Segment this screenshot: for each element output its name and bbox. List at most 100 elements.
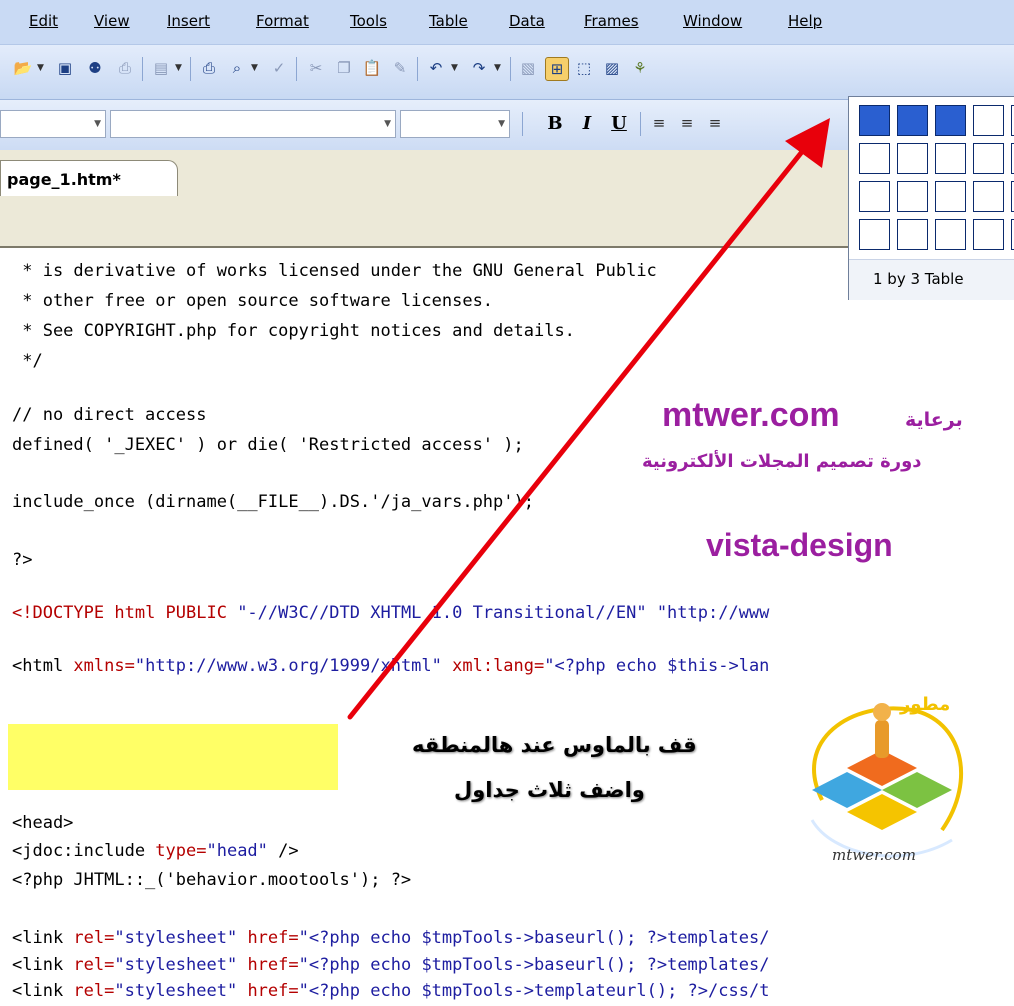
table-grid-cell[interactable] [897,181,928,212]
code-line-html: <html xmlns="http://www.w3.org/1999/xhtm… [12,656,769,676]
toolbar-separator [510,57,511,81]
open-dropdown-icon[interactable]: ▼ [37,63,44,73]
insert-table-icon[interactable]: ⊞ [545,57,569,81]
code-token: html PUBLIC [114,603,238,623]
table-grid-cell[interactable] [935,219,966,250]
table-grid-cell[interactable] [973,105,1004,136]
format-painter-icon[interactable]: ✎ [389,57,411,79]
code-token: href= [247,955,299,975]
toolbar-separator [142,57,143,81]
logo-figure [873,703,891,721]
table-grid-cell[interactable] [859,105,890,136]
align-center-icon[interactable]: ≡ [676,112,698,134]
table-grid-cell[interactable] [859,143,890,174]
undo-dropdown-icon[interactable]: ▼ [451,63,458,73]
paste-icon[interactable]: 📋 [361,57,383,79]
font-combo[interactable]: ▼ [110,110,396,138]
layer-icon[interactable]: ⬚ [573,57,595,79]
table-grid-cell[interactable] [897,219,928,250]
spelling-icon[interactable]: ✓ [268,57,290,79]
table-grid-cell[interactable] [897,105,928,136]
menu-help[interactable]: Help [788,12,822,30]
more-icon[interactable]: ⚘ [629,57,651,79]
size-combo[interactable]: ▼ [400,110,510,138]
mtwer-logo: مطور mtwer.com [810,694,964,864]
align-right-icon[interactable]: ≡ [704,112,726,134]
code-token: "<?php echo $this->lan [544,656,770,676]
code-token: <html [12,656,74,676]
highlight-region [8,724,338,790]
code-token: href= [247,928,299,948]
menu-data[interactable]: Data [509,12,545,30]
copy-icon[interactable]: ❐ [333,57,355,79]
view-icon[interactable]: ▤ [150,57,172,79]
menu-bar: Edit View Insert Format Tools Table Data… [0,0,1014,45]
save-icon[interactable]: ▣ [54,57,76,79]
table-grid-cell[interactable] [897,143,928,174]
code-token: "<?php echo $tmpTools->baseurl(); ?>temp… [298,955,770,975]
menu-window[interactable]: Window [683,12,742,30]
code-line-jdoc: <jdoc:include type="head" /> [12,841,299,861]
code-token: <jdoc:include [12,841,156,861]
code-token: "stylesheet" [114,955,248,975]
watermark-design: vista-design [706,527,893,563]
toolbar-separator [640,112,641,136]
table-size-label: 1 by 3 Table [873,270,964,288]
cut-icon[interactable]: ✂ [305,57,327,79]
menu-tools[interactable]: Tools [350,12,387,30]
code-token: <link [12,928,74,948]
code-token: "head" [206,841,279,861]
menu-view[interactable]: View [94,12,130,30]
open-icon[interactable]: 📂 [12,57,34,79]
watermark-site: mtwer.com [662,396,840,434]
menu-format[interactable]: Format [256,12,309,30]
code-token: <!DOCTYPE [12,603,115,623]
redo-dropdown-icon[interactable]: ▼ [494,63,501,73]
menu-frames[interactable]: Frames [584,12,639,30]
undo-icon[interactable]: ↶ [425,57,447,79]
chevron-down-icon: ▼ [384,119,391,129]
table-grid-cell[interactable] [973,181,1004,212]
table-grid-cell[interactable] [859,181,890,212]
menu-insert[interactable]: Insert [167,12,210,30]
underline-button[interactable]: U [608,112,630,136]
insert-picture-icon[interactable]: ▧ [517,57,539,79]
logo-text: mtwer.com [832,846,916,864]
table-grid-cell[interactable] [935,105,966,136]
menu-table[interactable]: Table [429,12,468,30]
code-token: "-//W3C//DTD XHTML 1.0 Transitional//EN"… [237,603,770,623]
code-token: <link [12,981,74,1001]
chevron-down-icon: ▼ [498,119,505,129]
tab-page-1[interactable]: page_1.htm* [0,160,178,197]
code-line-link: <link rel="stylesheet" href="<?php echo … [12,955,769,975]
print-preview-icon[interactable]: ⎙ [114,57,136,79]
preview-icon[interactable]: ⌕ [226,57,248,79]
table-grid-cell[interactable] [973,143,1004,174]
view-dropdown-icon[interactable]: ▼ [175,63,182,73]
style-combo[interactable]: ▼ [0,110,106,138]
italic-button[interactable]: I [576,112,598,136]
table-grid-cell[interactable] [973,219,1004,250]
code-token: rel= [73,928,115,948]
align-left-icon[interactable]: ≡ [648,112,670,134]
redo-icon[interactable]: ↷ [468,57,490,79]
code-token: type= [155,841,207,861]
code-token: "http://www.w3.org/1999/xhtml" [134,656,453,676]
watermark-course: دورة تصميم المجلات الألكترونية [642,451,922,472]
menu-edit[interactable]: Edit [29,12,58,30]
bold-button[interactable]: B [544,112,566,136]
code-token: rel= [73,955,115,975]
logo-figure [875,720,889,758]
preview-dropdown-icon[interactable]: ▼ [251,63,258,73]
table-grid-cell[interactable] [935,143,966,174]
find-icon[interactable]: ⚉ [84,57,106,79]
code-token: rel= [73,981,115,1001]
image-icon[interactable]: ▨ [601,57,623,79]
code-line-doctype: <!DOCTYPE html PUBLIC "-//W3C//DTD XHTML… [12,603,769,623]
table-grid-cell[interactable] [935,181,966,212]
code-line: * is derivative of works licensed under … [12,261,657,281]
print-icon[interactable]: ⎙ [198,57,220,79]
table-grid-picker[interactable]: 1 by 3 Table [848,96,1014,300]
code-line-link: <link rel="stylesheet" href="<?php echo … [12,928,769,948]
table-grid-cell[interactable] [859,219,890,250]
